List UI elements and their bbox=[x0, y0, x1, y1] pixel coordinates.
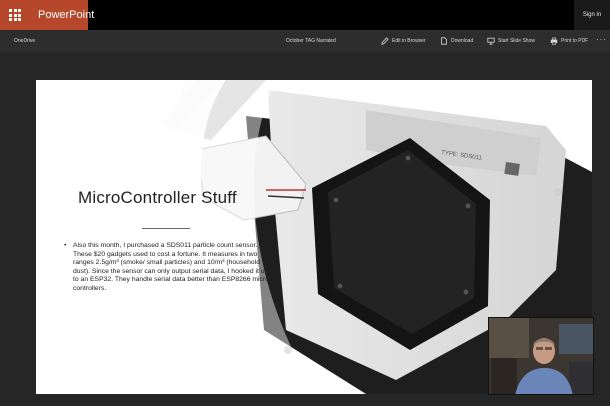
bullet-text: Also this month, I purchased a SDS011 pa… bbox=[73, 242, 269, 292]
print-to-pdf-label: Print to PDF bbox=[561, 38, 589, 44]
print-to-pdf-button[interactable]: Print to PDF bbox=[550, 36, 588, 46]
print-icon bbox=[550, 37, 558, 45]
bullet-marker: • bbox=[64, 242, 67, 249]
presenter-video-frame bbox=[489, 318, 593, 394]
pencil-icon bbox=[381, 37, 389, 45]
app-launcher-button[interactable] bbox=[0, 0, 30, 30]
start-slide-show-label: Start Slide Show bbox=[498, 38, 535, 44]
download-icon bbox=[441, 37, 447, 45]
more-options-button[interactable]: ··· bbox=[596, 30, 607, 50]
download-button[interactable]: Download bbox=[440, 36, 473, 46]
app-header: PowerPoint Sign in bbox=[0, 0, 610, 30]
download-label: Download bbox=[451, 38, 474, 44]
app-name[interactable]: PowerPoint bbox=[30, 0, 94, 30]
title-divider bbox=[142, 228, 190, 229]
slide-stage: TYPE: SDS011 MicroController Stuff • Als… bbox=[0, 52, 610, 406]
waffle-icon bbox=[9, 9, 21, 21]
edit-in-browser-button[interactable]: Edit in Browser bbox=[381, 36, 426, 46]
slideshow-icon bbox=[487, 37, 495, 45]
start-slide-show-button[interactable]: Start Slide Show bbox=[487, 36, 535, 46]
slide-title: MicroController Stuff bbox=[78, 188, 237, 207]
slide-bullet: • Also this month, I purchased a SDS011 … bbox=[64, 242, 272, 294]
edit-in-browser-label: Edit in Browser bbox=[392, 38, 426, 44]
sign-in-button[interactable]: Sign in bbox=[574, 0, 610, 30]
document-title: October TAG Narrated bbox=[286, 38, 336, 44]
document-toolbar: OneDrive October TAG Narrated Edit in Br… bbox=[0, 30, 610, 52]
onedrive-link[interactable]: OneDrive bbox=[14, 30, 35, 52]
presenter-video bbox=[488, 317, 594, 395]
